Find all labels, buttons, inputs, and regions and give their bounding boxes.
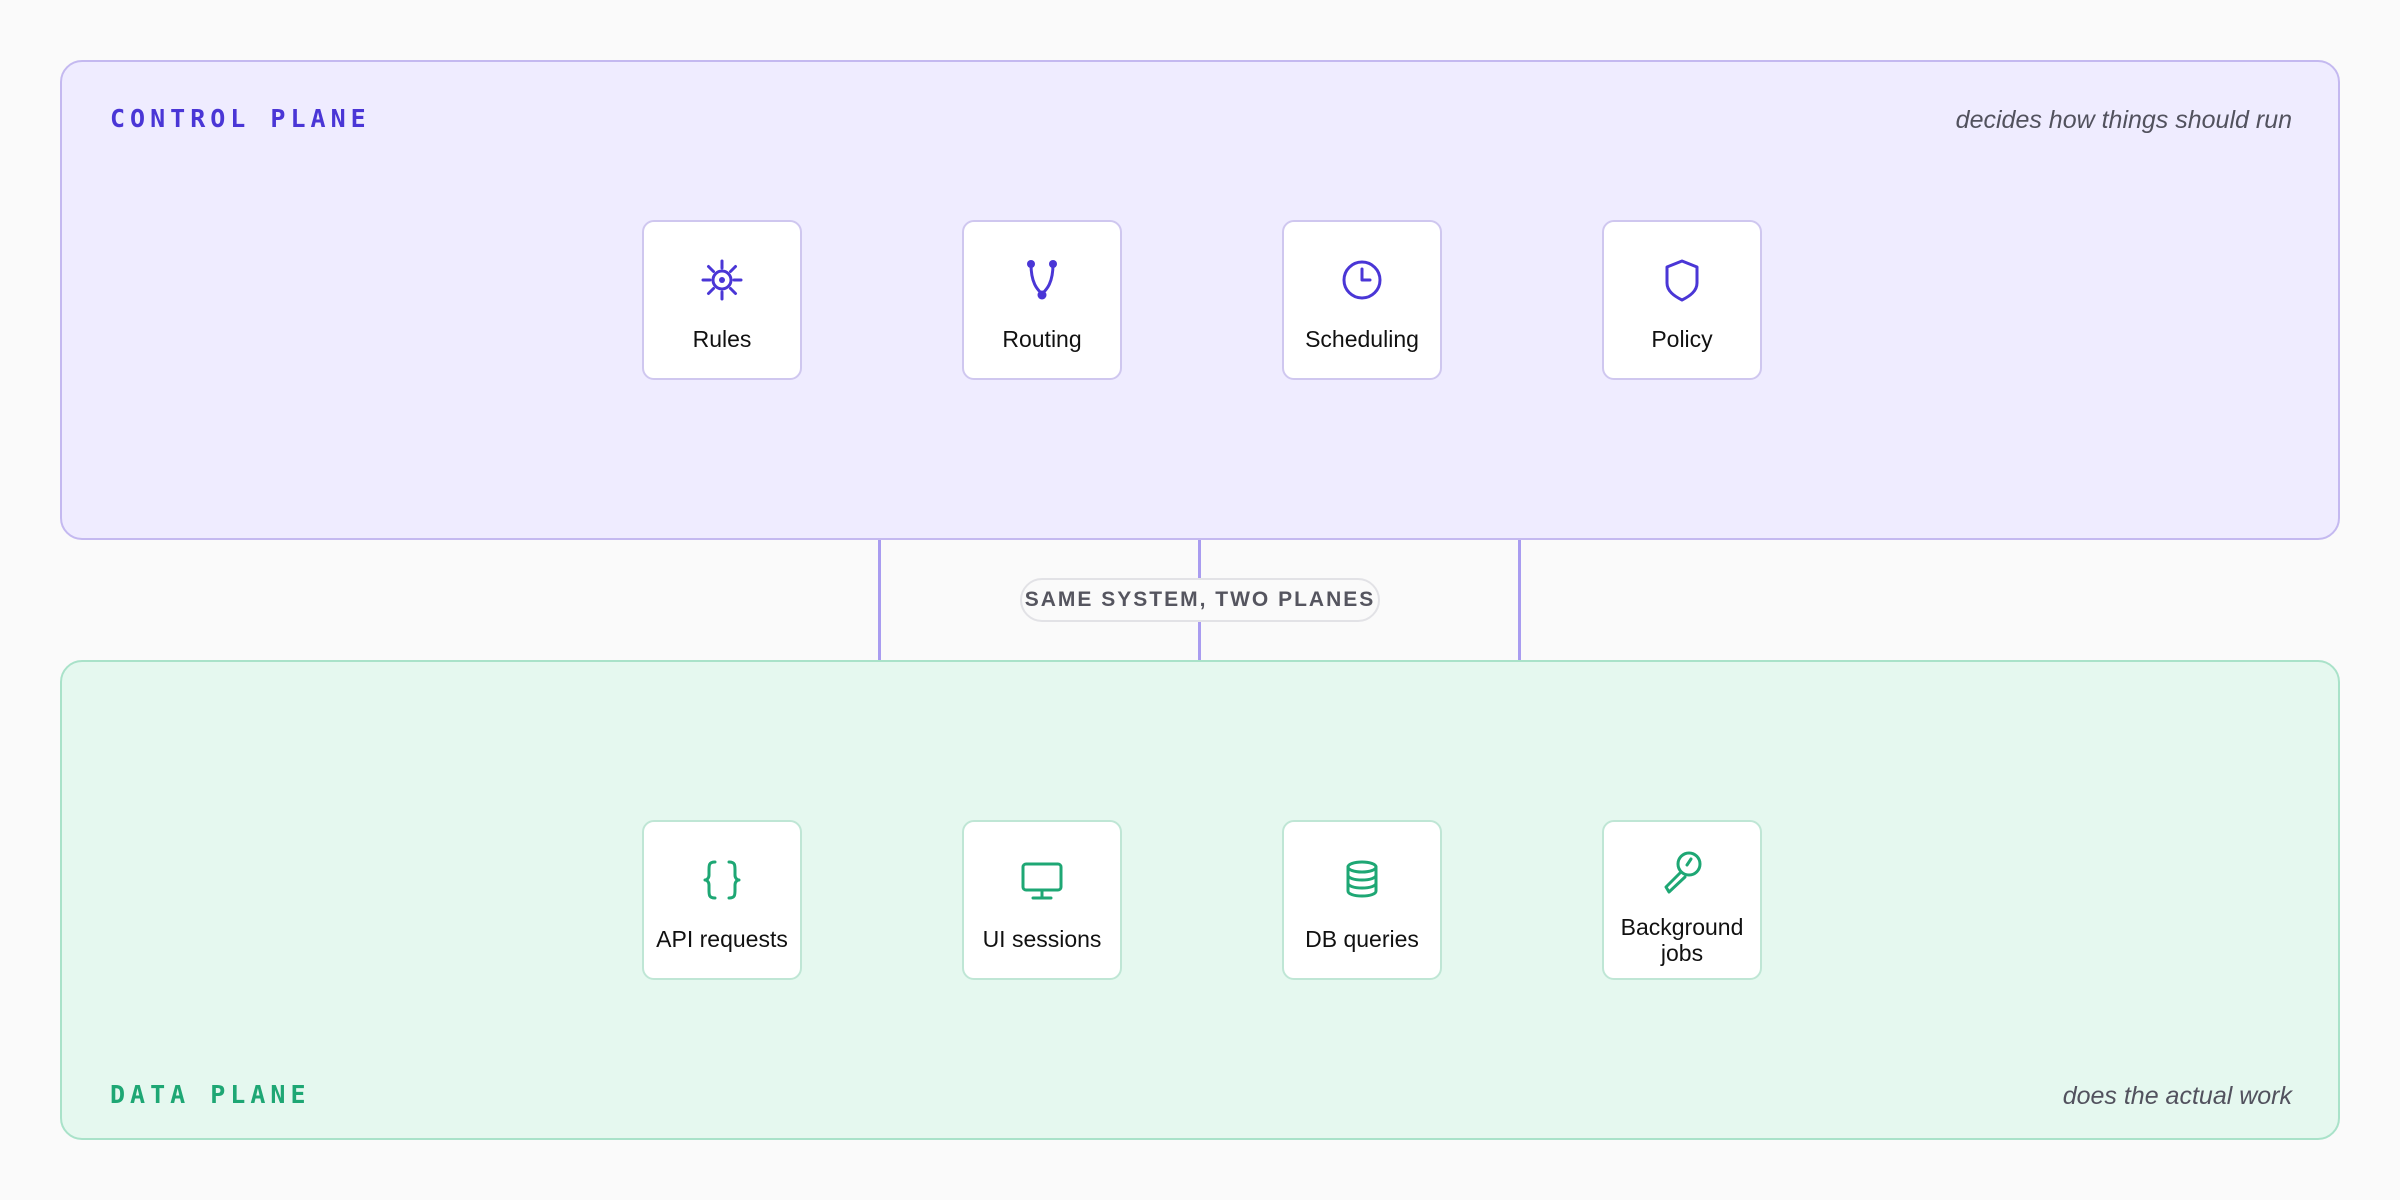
control-plane-title: CONTROL PLANE (110, 104, 371, 133)
branch-icon (1018, 256, 1066, 304)
control-plane-caption: decides how things should run (1955, 106, 2292, 134)
gear-icon (698, 256, 746, 304)
card-label: Routing (1002, 326, 1082, 352)
card-background-jobs: Background jobs (1602, 820, 1762, 980)
data-plane-panel: API requests UI sessions DB queries Back… (60, 660, 2340, 1140)
card-policy: Policy (1602, 220, 1762, 380)
card-rules: Rules (642, 220, 802, 380)
shield-icon (1658, 256, 1706, 304)
connector-label: SAME SYSTEM, TWO PLANES (1020, 578, 1380, 622)
wrench-icon (1658, 848, 1706, 896)
card-label: UI sessions (982, 926, 1102, 952)
card-label: Scheduling (1305, 326, 1419, 352)
card-ui-sessions: UI sessions (962, 820, 1122, 980)
card-scheduling: Scheduling (1282, 220, 1442, 380)
card-api-requests: API requests (642, 820, 802, 980)
database-icon (1338, 856, 1386, 904)
data-plane-title: DATA PLANE (110, 1080, 311, 1109)
card-label: Background jobs (1620, 914, 1744, 966)
card-label: API requests (656, 926, 788, 952)
card-label: Rules (692, 326, 752, 352)
card-db-queries: DB queries (1282, 820, 1442, 980)
control-plane-panel: CONTROL PLANE decides how things should … (60, 60, 2340, 540)
clock-icon (1338, 256, 1386, 304)
braces-icon (698, 856, 746, 904)
data-plane-caption: does the actual work (2062, 1082, 2292, 1110)
card-routing: Routing (962, 220, 1122, 380)
monitor-icon (1018, 856, 1066, 904)
card-label: Policy (1651, 326, 1713, 352)
connector-line (878, 540, 881, 660)
connector-line (1518, 540, 1521, 660)
card-label: DB queries (1305, 926, 1419, 952)
